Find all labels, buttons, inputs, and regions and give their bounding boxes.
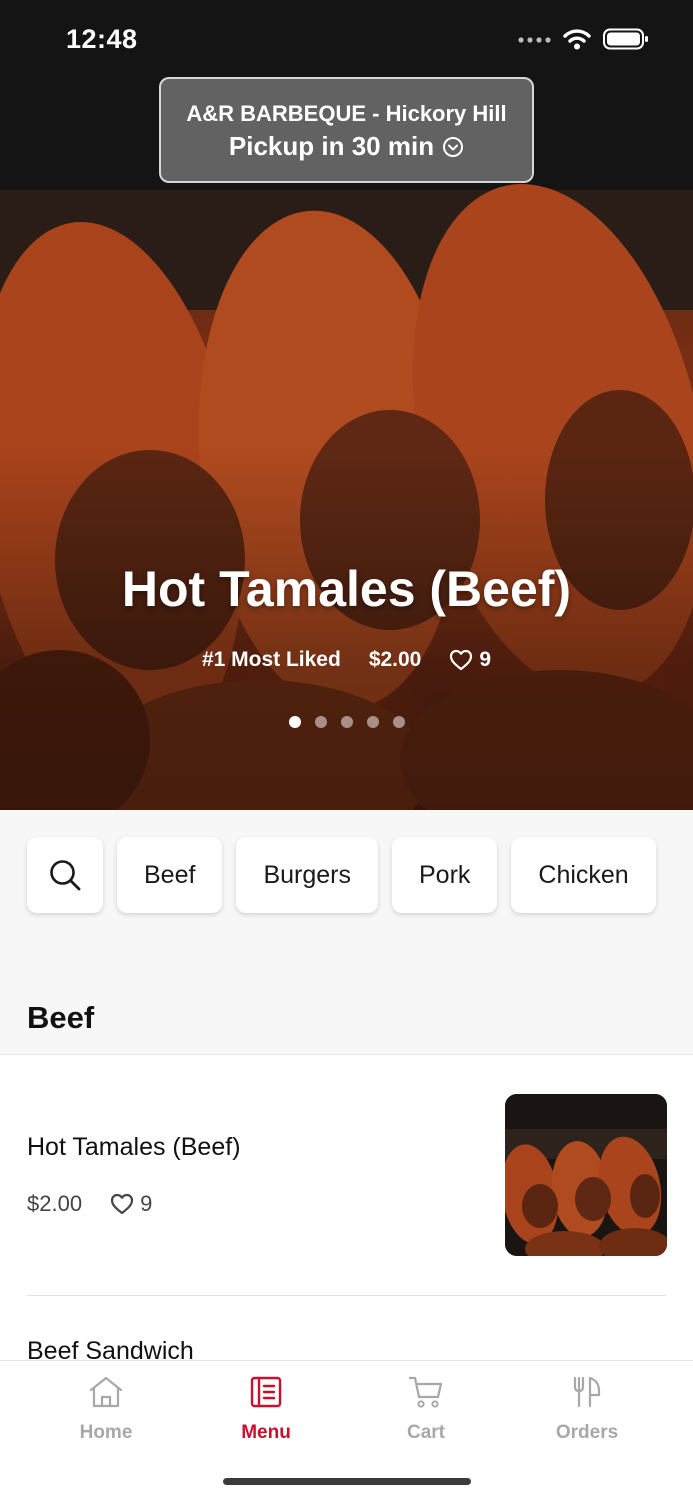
status-bar: 12:48 [0, 0, 693, 80]
menu-item-likes-count: 9 [140, 1191, 153, 1216]
hero-shade [0, 450, 693, 810]
tab-home-label: Home [79, 1422, 133, 1443]
chevron-down-circle-icon [443, 136, 464, 157]
carousel-dot[interactable] [366, 716, 379, 728]
menu-item-meta: $2.00 9 [27, 1191, 152, 1217]
hero-title: Hot Tamales (Beef) [121, 561, 572, 617]
search-icon [50, 860, 81, 891]
tab-cart[interactable]: Cart [366, 1375, 486, 1444]
wifi-icon [563, 29, 591, 50]
tab-home[interactable]: Home [46, 1375, 166, 1444]
home-indicator[interactable] [223, 1478, 471, 1485]
search-button[interactable] [27, 837, 103, 913]
menu-item-image [505, 1094, 667, 1256]
carousel-dot[interactable] [340, 716, 353, 728]
hero-badge: #1 Most Liked [201, 648, 341, 671]
carousel-dot[interactable] [288, 716, 301, 728]
menu-item-name[interactable]: Beef Sandwich [27, 1337, 194, 1360]
pickup-time: Pickup in 30 min [161, 131, 532, 162]
pickup-label: Pickup in 30 min [228, 131, 435, 161]
hero-likes: 9 [449, 648, 491, 672]
heart-icon [450, 649, 473, 671]
carousel-dots [0, 716, 693, 728]
tab-orders-label: Orders [555, 1422, 619, 1443]
carousel-dot[interactable] [314, 716, 327, 728]
category-chip-chicken[interactable]: Chicken [511, 837, 656, 913]
home-icon [89, 1376, 123, 1408]
menu-icon [250, 1376, 282, 1408]
hero-price: $2.00 [368, 648, 422, 671]
category-chips: Beef Burgers Pork Chicken [27, 837, 656, 913]
hero-meta: #1 Most Liked $2.00 9 [0, 648, 693, 672]
store-name: A&R BARBEQUE - Hickory Hill [186, 101, 507, 126]
tab-cart-label: Cart [406, 1422, 445, 1443]
tamales-thumbnail [505, 1094, 667, 1256]
list-divider [27, 1295, 666, 1296]
cellular-signal-icon [518, 37, 551, 43]
heart-icon [110, 1193, 134, 1215]
battery-icon [603, 28, 648, 50]
orders-icon [573, 1376, 601, 1408]
category-chip-burgers[interactable]: Burgers [236, 837, 378, 913]
tab-menu[interactable]: Menu [206, 1375, 326, 1444]
status-time: 12:48 [66, 24, 138, 54]
hero-banner[interactable]: 12:48 A&R BARBEQUE - Hickory Hill Pickup… [0, 0, 693, 810]
status-icons [517, 28, 649, 50]
tab-menu-label: Menu [241, 1422, 291, 1443]
menu-item-likes: 9 [110, 1191, 152, 1217]
hero-likes-count: 9 [479, 648, 492, 671]
section-title: Beef [27, 1000, 95, 1035]
category-chip-beef[interactable]: Beef [117, 837, 223, 913]
carousel-dot[interactable] [392, 716, 405, 728]
cart-icon [408, 1376, 443, 1408]
store-selector[interactable]: A&R BARBEQUE - Hickory Hill Pickup in 30… [159, 77, 534, 183]
category-chip-pork[interactable]: Pork [391, 837, 498, 913]
menu-item-price: $2.00 [27, 1191, 83, 1216]
menu-item-name: Hot Tamales (Beef) [27, 1133, 241, 1161]
menu-list: Hot Tamales (Beef) $2.00 9 Beef Sandwich [0, 1054, 693, 1360]
tab-orders[interactable]: Orders [527, 1375, 647, 1444]
